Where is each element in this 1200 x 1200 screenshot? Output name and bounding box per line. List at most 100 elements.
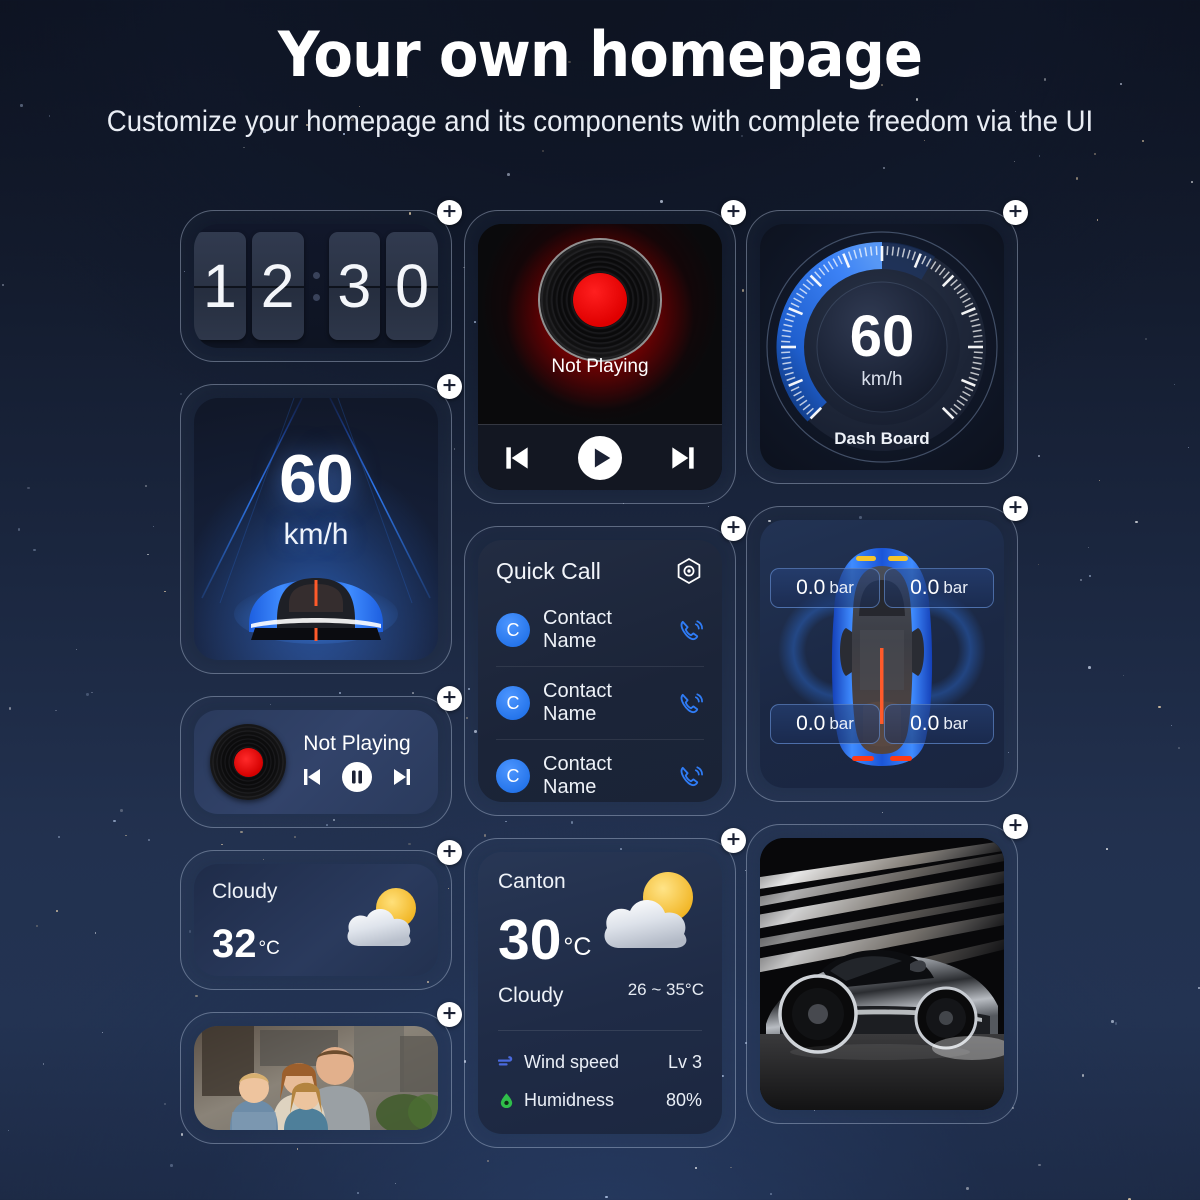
add-widget-button[interactable]: + [437, 840, 462, 865]
previous-track-icon[interactable] [501, 442, 533, 474]
vinyl-record-icon [210, 724, 286, 800]
add-widget-button[interactable]: + [437, 200, 462, 225]
plus-icon: + [441, 1002, 458, 1024]
add-widget-button[interactable]: + [437, 686, 462, 711]
phone-call-icon[interactable] [677, 617, 704, 644]
plus-icon: + [1007, 496, 1024, 518]
phone-call-icon[interactable] [677, 763, 704, 790]
widget-hud-speed[interactable]: + 60 km/h [180, 374, 462, 674]
widget-family-photo[interactable]: + [180, 1002, 462, 1144]
quick-call-title: Quick Call [496, 557, 601, 584]
weather-stat-label: Wind speed [524, 1052, 620, 1072]
avatar: C [496, 686, 530, 720]
previous-track-icon[interactable] [300, 765, 324, 789]
weather-small-temp-unit: °C [258, 938, 280, 959]
divider [498, 1030, 702, 1031]
plus-icon: + [441, 374, 458, 396]
add-widget-button[interactable]: + [437, 1002, 462, 1027]
phone-call-icon[interactable] [677, 690, 704, 717]
weather-stat-value: Lv 3 [667, 1052, 702, 1072]
widget-flip-clock[interactable]: + 1 2 3 0 [180, 200, 462, 362]
avatar: C [496, 759, 530, 793]
weather-temp-unit: °C [563, 933, 592, 962]
widget-car-photo[interactable]: + [746, 814, 1028, 1124]
hud-speed-value: 60 [279, 441, 354, 517]
widget-weather-small[interactable]: + Cloudy 32 °C [180, 840, 462, 990]
music-controls [478, 424, 722, 490]
next-track-icon[interactable] [667, 442, 699, 474]
pause-icon[interactable] [342, 762, 372, 792]
add-widget-button[interactable]: + [437, 374, 462, 399]
contact-row[interactable]: C Contact Name [496, 594, 704, 667]
add-widget-button[interactable]: + [1003, 496, 1028, 521]
widget-weather-large[interactable]: + Canton 30 °C Cloudy 26 ~ 35°C Wind spe… [464, 828, 746, 1148]
mini-player-status: Not Playing [303, 732, 411, 755]
contact-row[interactable]: C Contact Name [496, 740, 704, 802]
add-widget-button[interactable]: + [721, 828, 746, 853]
widget-dash-board[interactable]: + 60 km/h Dash Board [746, 200, 1028, 484]
vinyl-record-icon [538, 238, 662, 362]
clock-digit: 1 [202, 251, 237, 320]
add-widget-button[interactable]: + [721, 516, 746, 541]
tire-pressure-rear-left: 0.0 bar [770, 704, 880, 744]
car-photo-image [760, 838, 1004, 1110]
weather-temp-range: 26 ~ 35°C [627, 980, 704, 999]
add-widget-button[interactable]: + [1003, 814, 1028, 839]
widget-column-left: + 1 2 3 0 + 60 km/h + Not Playing + Clou… [180, 200, 462, 1166]
add-widget-button[interactable]: + [721, 200, 746, 225]
weather-condition: Cloudy [498, 984, 564, 1007]
widget-music-player[interactable]: + Not Playing [464, 200, 746, 504]
plus-icon: + [725, 516, 742, 538]
weather-small-temperature: 32 °C [212, 922, 280, 966]
clock-digit-card: 2 [251, 232, 304, 340]
widget-quick-call[interactable]: + Quick Call C Contact Name C Contact Na… [464, 516, 746, 816]
clock-colon [310, 271, 323, 301]
tire-value: 0.0 [910, 712, 940, 735]
play-icon[interactable] [577, 435, 622, 480]
weather-temperature: 30 °C [498, 908, 592, 972]
tire-value: 0.0 [796, 576, 826, 599]
album-art: Not Playing [478, 224, 722, 424]
tire-value: 0.0 [796, 712, 826, 735]
gauge-speed-value: 60 [850, 304, 915, 369]
plus-icon: + [1007, 814, 1024, 836]
sun-behind-cloud-icon [604, 872, 693, 948]
humidity-icon [500, 1093, 513, 1109]
tire-pressure-front-left: 0.0 bar [770, 568, 880, 608]
clock-digit: 2 [260, 251, 295, 320]
weather-stat-row: Humidness 80% [498, 1090, 702, 1111]
widget-tire-pressure[interactable]: + 0.0 bar 0.0 bar 0.0 bar 0.0 bar [746, 496, 1028, 802]
widget-column-middle: + Not Playing + Quick Call C Contact Nam… [464, 200, 746, 1170]
plus-icon: + [441, 840, 458, 862]
plus-icon: + [1007, 200, 1024, 222]
tire-unit: bar [943, 714, 968, 733]
tire-unit: bar [829, 714, 854, 733]
contact-name: Contact Name [543, 753, 612, 798]
add-widget-button[interactable]: + [1003, 200, 1028, 225]
hexagon-settings-icon[interactable] [674, 556, 704, 586]
page-title: Your own homepage [277, 18, 923, 91]
gauge-label: Dash Board [834, 429, 929, 448]
avatar: C [496, 613, 530, 647]
car-rear-icon [234, 578, 398, 644]
tire-pressure-front-right: 0.0 bar [884, 568, 994, 608]
contact-row[interactable]: C Contact Name [496, 667, 704, 740]
widget-column-right: + 60 km/h Dash Board + 0.0 bar 0.0 bar 0… [746, 200, 1028, 1146]
tire-unit: bar [943, 578, 968, 597]
next-track-icon[interactable] [390, 765, 414, 789]
gauge-speed-unit: km/h [861, 369, 902, 390]
clock-digit-card: 3 [328, 232, 381, 340]
weather-small-temp-value: 32 [212, 922, 257, 966]
clock-digit-card: 0 [386, 232, 438, 340]
plus-icon: + [725, 200, 742, 222]
wind-icon [498, 1056, 513, 1066]
music-player-status: Not Playing [551, 356, 649, 377]
clock-digit-card: 1 [194, 232, 246, 340]
tire-pressure-rear-right: 0.0 bar [884, 704, 994, 744]
page-header: Your own homepage Customize your homepag… [0, 22, 1200, 144]
plus-icon: + [725, 828, 742, 850]
contact-name: Contact Name [543, 680, 612, 725]
weather-temp-value: 30 [498, 908, 562, 972]
clock-digit: 3 [337, 251, 372, 320]
widget-mini-music-player[interactable]: + Not Playing [180, 686, 462, 828]
